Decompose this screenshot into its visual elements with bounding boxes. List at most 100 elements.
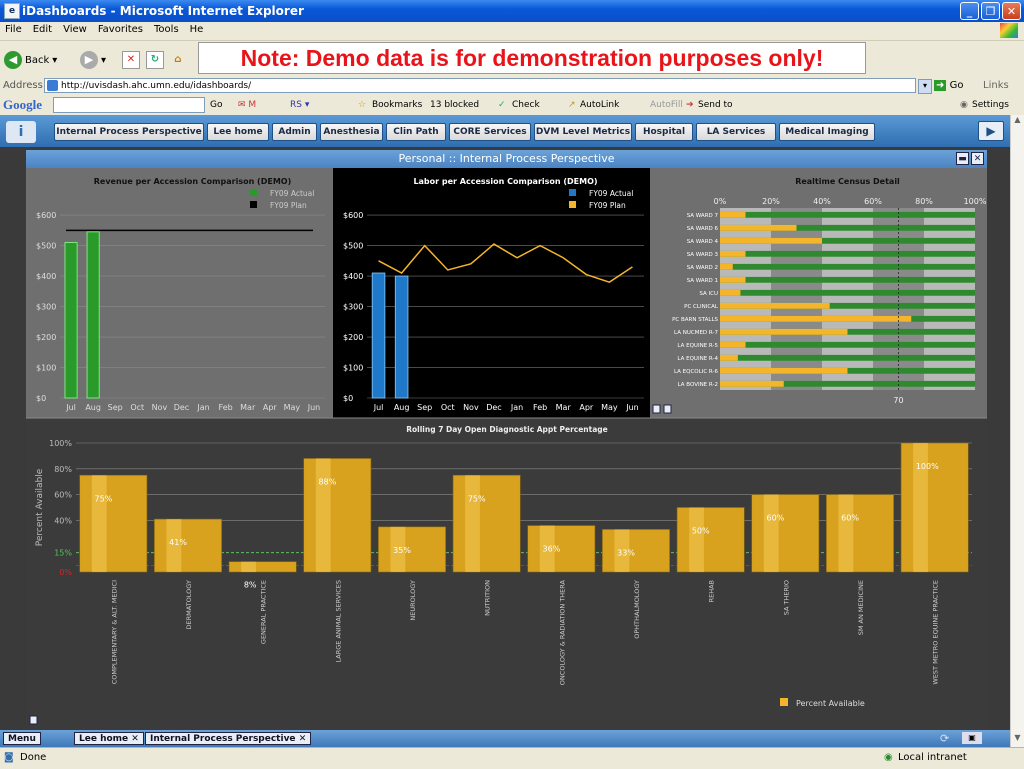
column-band [873, 208, 924, 390]
bar-highlight [315, 458, 331, 572]
open-tab-lee-home[interactable]: Lee home ✕ [74, 732, 144, 745]
bar [720, 380, 784, 387]
y-tick-label: $400 [343, 272, 363, 281]
row-label: PC CLINICAL [684, 304, 719, 310]
chart-title: Revenue per Accession Comparison (DEMO) [94, 177, 292, 186]
status-bar: ◙ Done ◉ Local intranet [0, 747, 1024, 769]
legend-label: FY09 Plan [589, 201, 626, 210]
x-tick-label: GENERAL PRACTICE [260, 580, 268, 644]
x-tick-label: REHAB [708, 580, 716, 602]
bar [720, 263, 733, 270]
data-label: 75% [95, 494, 113, 503]
bar [720, 250, 746, 257]
fullscreen-icon[interactable]: ▣ [962, 732, 982, 744]
scroll-up-icon[interactable]: ▲ [1012, 115, 1023, 127]
row-label: SA WARD 1 [687, 278, 718, 284]
column-band [924, 208, 975, 390]
reference-label: 70 [893, 396, 903, 405]
bar [720, 367, 848, 374]
x-tick-label: Nov [152, 403, 168, 412]
bar [228, 561, 297, 573]
bar [371, 272, 386, 399]
x-tick-label: Mar [240, 403, 256, 412]
legend-swatch [569, 189, 576, 196]
y-tick-label: $200 [343, 333, 363, 342]
y-tick-label: $500 [343, 242, 363, 251]
x-tick-label: Feb [533, 403, 547, 412]
chart-title: Realtime Census Detail [795, 177, 900, 186]
y-axis-label: Percent Available [35, 468, 45, 546]
legend-swatch [250, 201, 257, 208]
x-tick-label: WEST METRO EQUINE PRACTICE [932, 580, 940, 685]
close-tab-icon[interactable]: ✕ [299, 734, 307, 744]
bar [303, 458, 372, 573]
row-label: LA BOVINE R-2 [678, 382, 718, 388]
y-tick-label: 100% [49, 439, 72, 448]
menu-button[interactable]: Menu [3, 732, 41, 745]
row-label: LA EQUINE R-5 [677, 343, 718, 349]
bar [720, 237, 822, 244]
intranet-icon: ◉ [884, 752, 893, 763]
bar [720, 315, 912, 322]
data-label: 100% [916, 462, 939, 471]
y-tick-label: $100 [36, 364, 56, 373]
legend-toggle-icon[interactable] [663, 404, 672, 414]
bar-highlight [838, 494, 854, 572]
y-tick-label: $600 [36, 211, 56, 220]
open-tab-internal-process[interactable]: Internal Process Perspective ✕ [145, 732, 312, 745]
legend-toggle-icon[interactable] [652, 404, 661, 414]
x-tick-label: Nov [463, 403, 479, 412]
bar-background [720, 276, 975, 283]
y-tick-label: $200 [36, 333, 56, 342]
bar-highlight [241, 561, 256, 572]
data-label: 75% [468, 494, 486, 503]
legend-swatch [780, 698, 788, 706]
x-tick-label: 60% [864, 197, 882, 206]
row-label: SA WARD 4 [687, 239, 719, 245]
page-scrollbar[interactable]: ▲ ▼ [1010, 115, 1024, 747]
bar [527, 525, 596, 573]
bar [79, 474, 148, 573]
data-label: 60% [841, 514, 859, 523]
x-tick-label: Feb [219, 403, 233, 412]
column-band [771, 208, 822, 390]
data-label: 35% [393, 546, 411, 555]
scroll-down-icon[interactable]: ▼ [1012, 733, 1023, 745]
x-tick-label: 0% [714, 197, 727, 206]
bar [720, 224, 797, 231]
row-label: PC BARN STALLS [672, 317, 718, 323]
bar [676, 507, 745, 573]
x-tick-label: 40% [813, 197, 831, 206]
close-tab-icon[interactable]: ✕ [131, 734, 139, 744]
x-tick-label: LARGE ANIMAL SERVICES [334, 580, 342, 662]
bar [720, 211, 746, 218]
bar [720, 289, 741, 296]
y-tick-label: $500 [36, 242, 56, 251]
row-label: SA ICU [699, 291, 718, 297]
y-tick-label: 15% [54, 549, 72, 558]
bar [452, 474, 521, 573]
data-label: 88% [319, 477, 337, 486]
data-label: 36% [543, 545, 561, 554]
legend-toggle-icon[interactable] [29, 715, 38, 725]
x-tick-label: NUTRITION [484, 580, 492, 616]
row-label: LA NUCMED R-7 [674, 330, 718, 336]
x-tick-label: Jan [196, 403, 209, 412]
x-tick-label: Jun [307, 403, 321, 412]
y-tick-label: 40% [54, 516, 72, 525]
bar [720, 276, 746, 283]
x-tick-label: Apr [263, 403, 278, 412]
row-label: SA WARD 6 [687, 226, 719, 232]
bar [720, 302, 830, 309]
legend-label: FY09 Actual [589, 189, 633, 198]
x-tick-label: Jul [373, 403, 384, 412]
x-tick-label: Jan [510, 403, 523, 412]
bar-background [720, 289, 975, 296]
y-tick-label: 0% [59, 568, 72, 577]
row-label: SA WARD 7 [687, 213, 719, 219]
data-label: 41% [169, 538, 187, 547]
x-tick-label: NEUROLOGY [409, 580, 417, 621]
bar-background [720, 211, 975, 218]
bar [86, 231, 100, 399]
chart-title: Labor per Accession Comparison (DEMO) [413, 177, 597, 186]
